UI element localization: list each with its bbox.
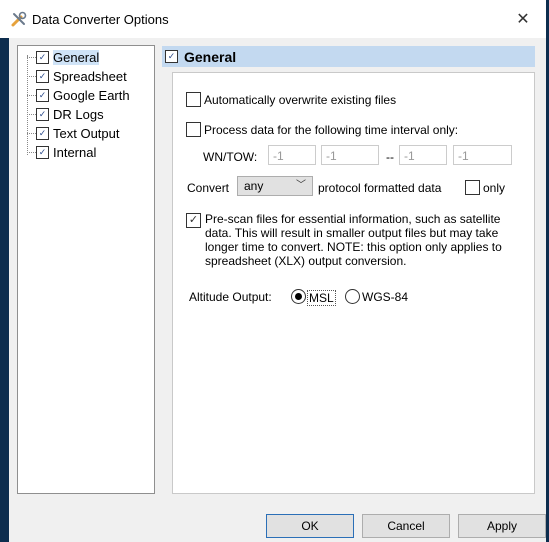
background-edge (0, 38, 9, 542)
protocol-label: protocol formatted data (318, 181, 442, 195)
panel-title: General (184, 48, 237, 65)
checked-icon: ✓ (36, 69, 49, 83)
tree-item-dr-logs[interactable]: ✓ DR Logs (36, 105, 104, 123)
tree-item-google-earth[interactable]: ✓ Google Earth (36, 86, 130, 104)
convert-label: Convert (187, 181, 230, 195)
apply-button[interactable]: Apply (458, 514, 546, 538)
msl-radio[interactable] (291, 289, 306, 304)
title-bar: Data Converter Options ✕ (0, 0, 546, 38)
prescan-checkbox[interactable]: ✓ (186, 213, 201, 228)
tree-item-text-output[interactable]: ✓ Text Output (36, 124, 119, 142)
checked-icon: ✓ (36, 107, 49, 121)
chevron-down-icon: ﹀ (296, 180, 306, 191)
close-icon: ✕ (516, 11, 530, 28)
msl-label: MSL (307, 290, 336, 306)
tools-icon (10, 10, 28, 28)
wn-end-field[interactable]: -1 (399, 145, 447, 165)
ok-button[interactable]: OK (266, 514, 354, 538)
interval-label: Process data for the following time inte… (204, 123, 459, 137)
wgs84-label: WGS-84 (362, 290, 409, 304)
window-title: Data Converter Options (32, 12, 169, 27)
panel-header: ✓ General (162, 46, 535, 67)
checked-icon: ✓ (165, 50, 178, 63)
category-tree[interactable]: ✓ General ✓ Spreadsheet ✓ Google Earth ✓… (17, 45, 155, 494)
dialog-window: Data Converter Options ✕ ✓ General ✓ Spr… (0, 0, 546, 542)
close-button[interactable]: ✕ (500, 0, 546, 38)
interval-separator: -- (386, 150, 394, 164)
only-label: only (483, 181, 506, 195)
wn-start-field[interactable]: -1 (268, 145, 316, 165)
tree-connector (27, 55, 28, 155)
checked-icon: ✓ (36, 126, 49, 140)
protocol-select[interactable]: any ﹀ (237, 176, 313, 196)
only-checkbox[interactable] (465, 180, 480, 195)
checked-icon: ✓ (36, 50, 49, 64)
altitude-label: Altitude Output: (189, 290, 272, 304)
checked-icon: ✓ (36, 88, 49, 102)
prescan-label: Pre-scan files for essential information… (205, 212, 502, 268)
tow-start-field[interactable]: -1 (321, 145, 379, 165)
overwrite-checkbox[interactable] (186, 92, 201, 107)
tree-item-internal[interactable]: ✓ Internal (36, 143, 96, 161)
checked-icon: ✓ (36, 145, 49, 159)
tree-item-general[interactable]: ✓ General (36, 48, 100, 66)
tree-item-spreadsheet[interactable]: ✓ Spreadsheet (36, 67, 127, 85)
wgs84-radio[interactable] (345, 289, 360, 304)
tow-end-field[interactable]: -1 (453, 145, 512, 165)
interval-checkbox[interactable] (186, 122, 201, 137)
wn-tow-label: WN/TOW: (203, 150, 258, 164)
overwrite-label: Automatically overwrite existing files (204, 93, 397, 107)
cancel-button[interactable]: Cancel (362, 514, 450, 538)
